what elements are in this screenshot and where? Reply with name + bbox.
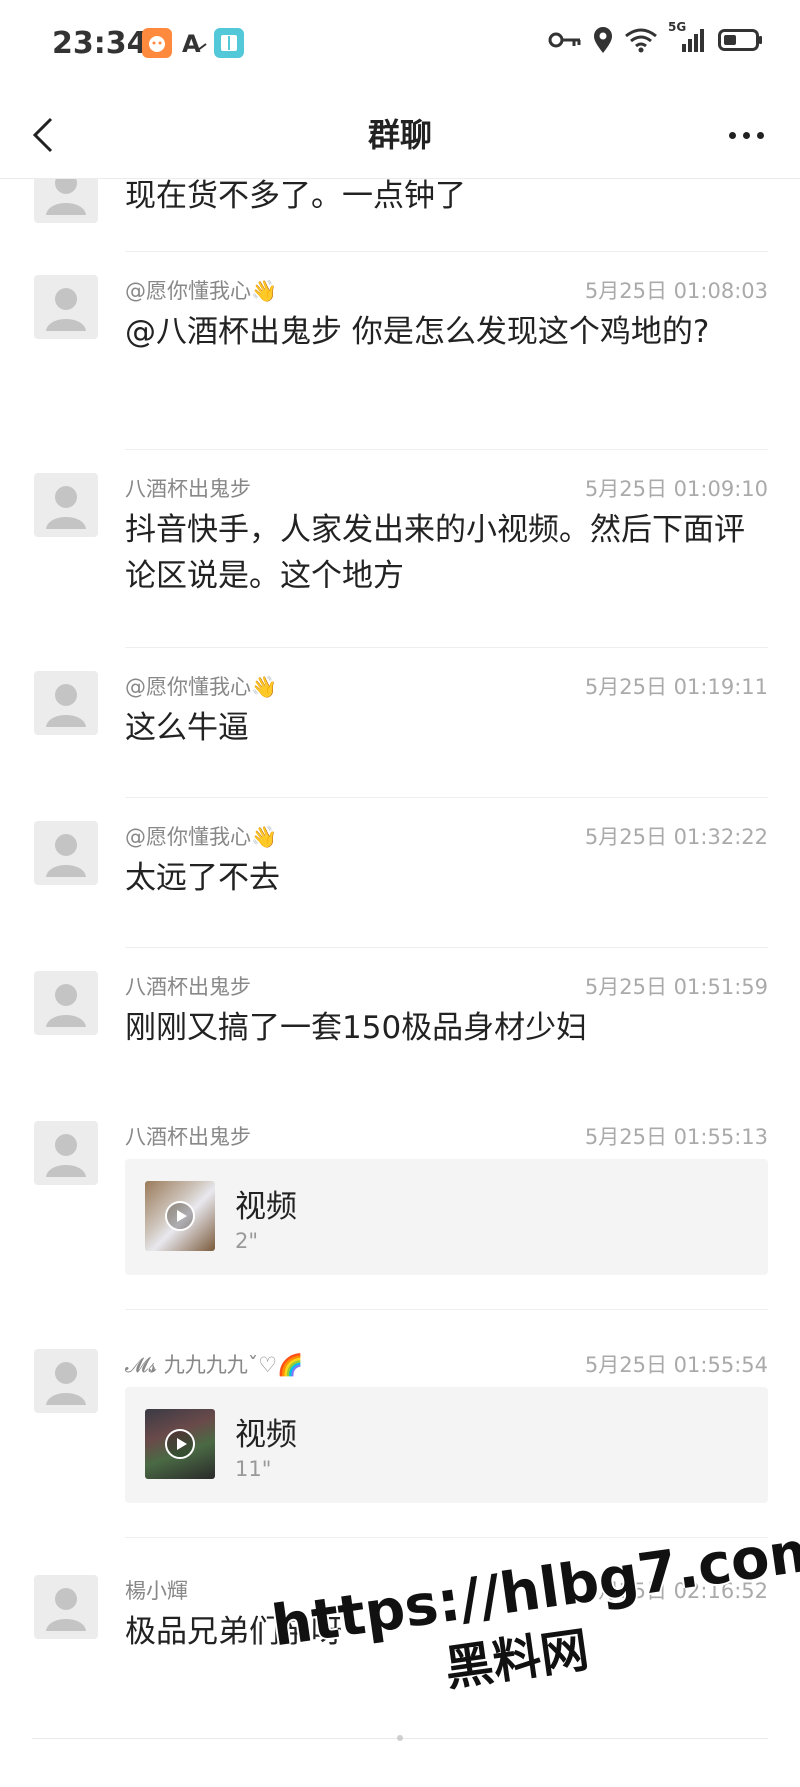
divider — [125, 647, 768, 648]
sender-name: 八酒杯出鬼步 — [125, 975, 251, 999]
avatar[interactable] — [34, 671, 98, 735]
play-icon — [165, 1429, 195, 1459]
more-dots-icon — [728, 131, 736, 139]
divider — [125, 947, 768, 948]
avatar[interactable] — [34, 275, 98, 339]
location-icon — [592, 26, 614, 54]
page-title: 群聊 — [367, 116, 432, 154]
divider — [125, 1309, 768, 1310]
message-timestamp: 5月25日 01:55:13 — [584, 1125, 768, 1149]
avatar[interactable] — [34, 1121, 98, 1185]
message-text: 现在货不多了。一点钟了 — [125, 179, 466, 214]
divider — [125, 251, 768, 252]
video-label: 视频 — [235, 1189, 297, 1225]
message-text: @八酒杯出鬼步 你是怎么发现这个鸡地的? — [125, 314, 710, 350]
battery-icon — [718, 27, 764, 53]
video-message-card[interactable]: 视频 11" — [125, 1387, 768, 1503]
more-dot — [742, 131, 750, 139]
book-app-icon — [214, 28, 244, 58]
network-type: 5G — [668, 20, 687, 34]
divider — [125, 797, 768, 798]
svg-text:A: A — [182, 30, 201, 58]
message-timestamp: 5月25日 01:08:03 — [584, 279, 768, 303]
sender-name: 𝓜𝓼 九九九九ˇ♡🌈 — [125, 1353, 304, 1377]
sender-name: @愿你懂我心👋 — [125, 675, 278, 699]
avatar[interactable] — [34, 179, 98, 223]
taobao-app-icon — [142, 28, 172, 58]
default-user-icon — [46, 486, 86, 529]
key-icon — [548, 30, 582, 50]
video-duration: 2" — [235, 1229, 259, 1253]
default-user-icon — [46, 1362, 86, 1405]
sender-name: 楊小輝 — [125, 1579, 188, 1603]
default-user-icon — [46, 288, 86, 331]
avatar[interactable] — [34, 821, 98, 885]
scroll-indicator — [397, 1735, 403, 1741]
avatar[interactable] — [34, 473, 98, 537]
message-timestamp: 5月25日 01:19:11 — [584, 675, 768, 699]
message-timestamp: 5月25日 01:51:59 — [584, 975, 768, 999]
message-timestamp: 5月25日 01:55:54 — [584, 1353, 768, 1377]
default-user-icon — [46, 1134, 86, 1177]
status-bar: 23:34 A 5G — [0, 0, 800, 92]
chat-header: 群聊 — [0, 92, 800, 179]
message-text: 抖音快手，人家发出来的小视频。然后下面评论区说是。这个地方 — [125, 512, 745, 594]
avatar[interactable] — [34, 1349, 98, 1413]
message-timestamp: 5月25日 01:32:22 — [584, 825, 768, 849]
message-text: 这么牛逼 — [125, 710, 249, 746]
wifi-icon — [624, 27, 658, 53]
sender-name: 八酒杯出鬼步 — [125, 477, 251, 501]
more-dot — [756, 131, 764, 139]
video-duration: 11" — [235, 1457, 272, 1481]
default-user-icon — [46, 834, 86, 877]
video-message-card[interactable]: 视频 2" — [125, 1159, 768, 1275]
sender-name: @愿你懂我心👋 — [125, 825, 278, 849]
more-button[interactable] — [716, 110, 776, 160]
divider — [125, 449, 768, 450]
video-label: 视频 — [235, 1417, 297, 1453]
video-thumbnail — [145, 1409, 215, 1479]
status-time: 23:34 — [52, 26, 148, 61]
sender-name: @愿你懂我心👋 — [125, 279, 278, 303]
avatar[interactable] — [34, 1575, 98, 1639]
status-indicators: 5G — [548, 20, 764, 54]
avatar[interactable] — [34, 971, 98, 1035]
message-text: 太远了不去 — [125, 860, 280, 896]
a-app-icon: A — [178, 28, 208, 58]
video-thumbnail — [145, 1181, 215, 1251]
default-user-icon — [46, 984, 86, 1027]
message-timestamp: 5月25日 01:09:10 — [584, 477, 768, 501]
sender-name: 八酒杯出鬼步 — [125, 1125, 251, 1149]
default-user-icon — [46, 179, 86, 215]
default-user-icon — [46, 1588, 86, 1631]
play-icon — [165, 1201, 195, 1231]
default-user-icon — [46, 684, 86, 727]
message-text: 刚刚又搞了一套150极品身材少妇 — [125, 1010, 588, 1046]
signal-icon: 5G — [668, 20, 708, 54]
